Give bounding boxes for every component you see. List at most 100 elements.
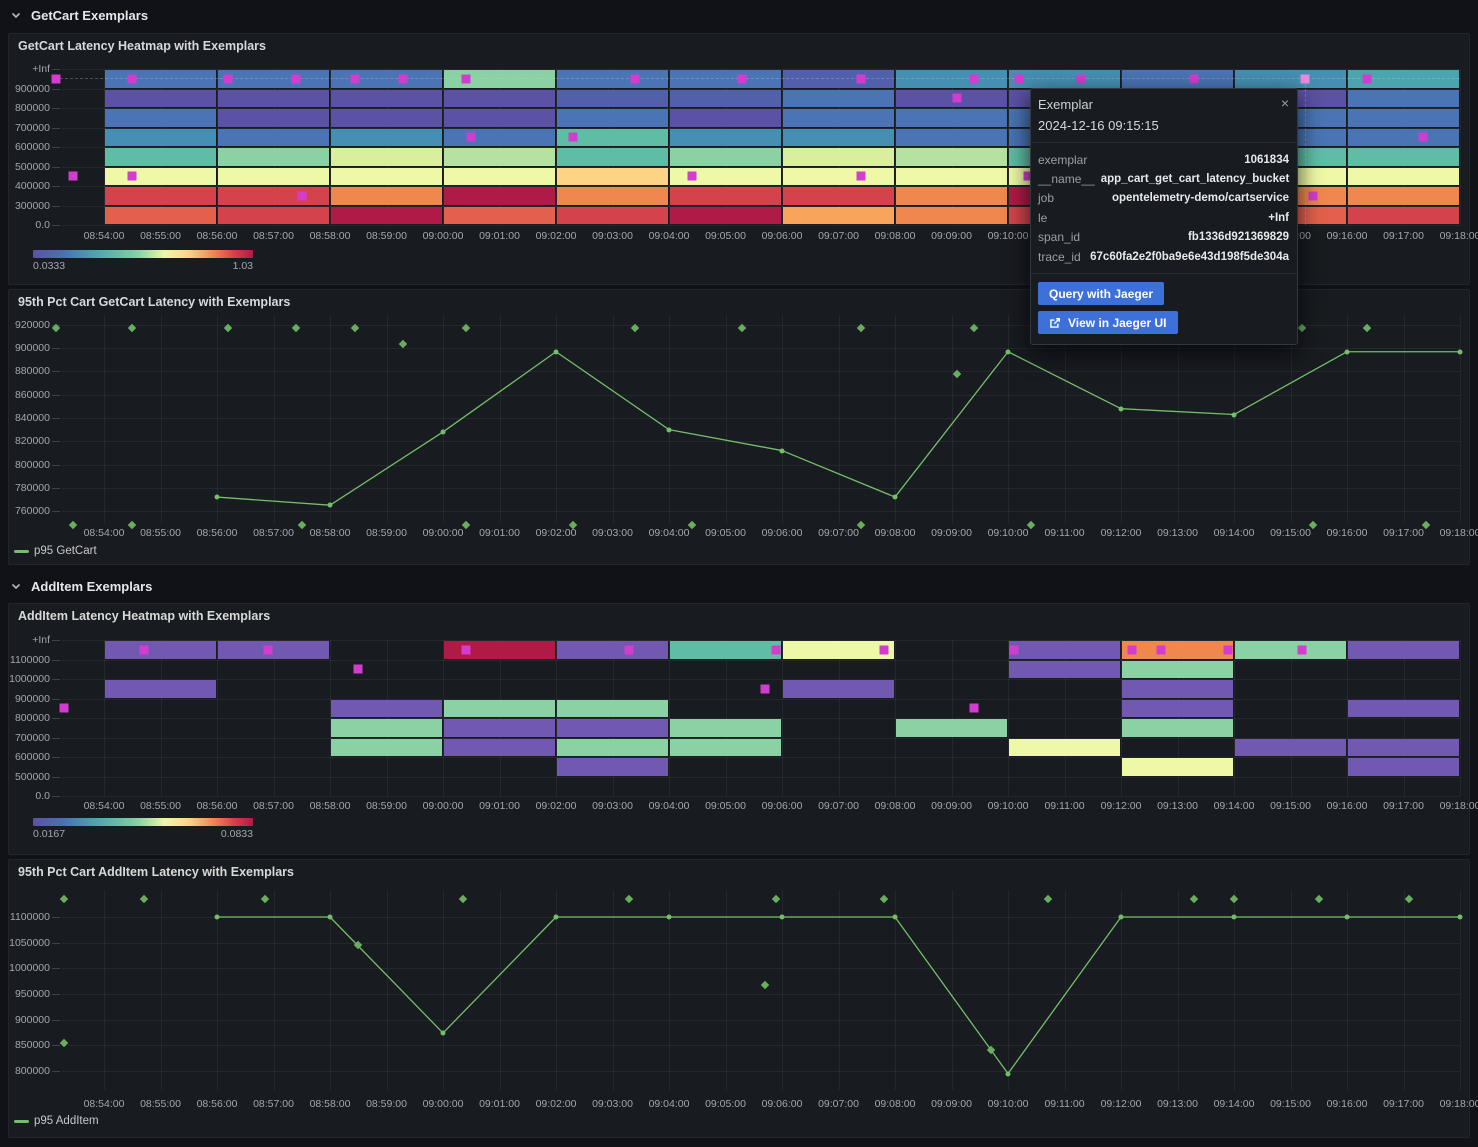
exemplar-marker[interactable] [857,172,866,181]
heatmap-cell[interactable] [1235,641,1346,659]
heatmap-cell[interactable] [444,700,555,718]
heatmap-cell[interactable] [1348,739,1459,757]
exemplar-marker[interactable] [1224,645,1233,654]
heatmap-cell[interactable] [670,719,781,737]
exemplar-marker[interactable] [1128,645,1137,654]
heatmap-cell[interactable] [557,700,668,718]
series-legend-label[interactable]: p95 AddItem [34,1115,99,1127]
exemplar-marker[interactable] [461,645,470,654]
exemplar-marker[interactable] [970,704,979,713]
exemplar-marker[interactable] [857,74,866,83]
heatmap-cell[interactable] [783,207,894,225]
heatmap-cell[interactable] [444,168,555,186]
exemplar-marker[interactable] [568,133,577,142]
heatmap-cell[interactable] [331,719,442,737]
exemplar-marker[interactable] [1297,645,1306,654]
exemplar-marker[interactable] [1015,74,1024,83]
exemplar-marker[interactable] [461,74,470,83]
heatmap-cell[interactable] [105,207,216,225]
heatmap-cell[interactable] [218,168,329,186]
exemplar-marker[interactable] [738,74,747,83]
exemplar-marker[interactable] [1309,191,1318,200]
heatmap-cell[interactable] [783,187,894,205]
heatmap-cell[interactable] [783,148,894,166]
heatmap-cell[interactable] [1348,187,1459,205]
exemplar-marker[interactable] [625,645,634,654]
exemplar-marker[interactable] [687,172,696,181]
heatmap-cell[interactable] [896,168,1007,186]
heatmap-cell[interactable] [105,187,216,205]
exemplar-marker[interactable] [354,665,363,674]
heatmap-cell[interactable] [444,109,555,127]
heatmap-cell[interactable] [105,641,216,659]
heatmap-cell[interactable] [218,109,329,127]
line-point[interactable] [893,495,898,500]
heatmap-cell[interactable] [1348,758,1459,776]
heatmap-cell[interactable] [218,90,329,108]
line-point[interactable] [1345,915,1350,920]
heatmap-cell[interactable] [896,719,1007,737]
heatmap-cell[interactable] [105,129,216,147]
panel-title[interactable]: AddItem Latency Heatmap with Exemplars [18,609,270,623]
heatmap-cell[interactable] [1009,739,1120,757]
heatmap-cell[interactable] [783,129,894,147]
heatmap-cell[interactable] [218,207,329,225]
heatmap-cell[interactable] [105,148,216,166]
heatmap-cell[interactable] [331,207,442,225]
heatmap-cell[interactable] [783,641,894,659]
line-point[interactable] [215,915,220,920]
heatmap-cell[interactable] [896,187,1007,205]
line-point[interactable] [215,495,220,500]
exemplar-marker[interactable] [128,74,137,83]
line-point[interactable] [893,915,898,920]
heatmap-cell[interactable] [331,90,442,108]
heatmap-cell[interactable] [1348,90,1459,108]
heatmap-cell[interactable] [444,129,555,147]
heatmap-cell[interactable] [444,90,555,108]
exemplar-marker[interactable] [139,645,148,654]
heatmap-cell[interactable] [557,90,668,108]
heatmap-cell[interactable] [444,739,555,757]
heatmap-cell[interactable] [1348,109,1459,127]
line-point[interactable] [1006,349,1011,354]
exemplar-marker[interactable] [1077,74,1086,83]
exemplar-marker[interactable] [1300,74,1309,83]
heatmap-cell[interactable] [331,700,442,718]
line-point[interactable] [780,448,785,453]
heatmap-cell[interactable] [1235,739,1346,757]
exemplar-marker[interactable] [68,172,77,181]
heatmap-cell[interactable] [783,680,894,698]
line-point[interactable] [667,427,672,432]
heatmap-cell[interactable] [105,90,216,108]
series-legend-swatch[interactable] [14,1120,29,1123]
heatmap-cell[interactable] [1348,148,1459,166]
heatmap-cell[interactable] [105,109,216,127]
heatmap-cell[interactable] [444,187,555,205]
heatmap-cell[interactable] [896,148,1007,166]
heatmap-cell[interactable] [105,680,216,698]
heatmap-cell[interactable] [557,207,668,225]
heatmap-cell[interactable] [331,168,442,186]
line-point[interactable] [1006,1071,1011,1076]
exemplar-marker[interactable] [1190,74,1199,83]
line-point[interactable] [1232,915,1237,920]
heatmap-cell[interactable] [557,758,668,776]
query-with-jaeger-button[interactable]: Query with Jaeger [1038,282,1164,305]
heatmap-cell[interactable] [1348,700,1459,718]
panel-title[interactable]: 95th Pct Cart GetCart Latency with Exemp… [18,295,290,309]
heatmap-cell[interactable] [218,187,329,205]
exemplar-marker[interactable] [292,74,301,83]
heatmap-cell[interactable] [557,719,668,737]
exemplar-marker[interactable] [1362,74,1371,83]
exemplar-marker[interactable] [128,172,137,181]
panel-title[interactable]: GetCart Latency Heatmap with Exemplars [18,39,266,53]
heatmap-cell[interactable] [557,641,668,659]
exemplar-marker[interactable] [351,74,360,83]
heatmap-cell[interactable] [670,739,781,757]
heatmap-cell[interactable] [557,187,668,205]
section-row-getcart[interactable]: GetCart Exemplars [10,4,148,26]
view-in-jaeger-button[interactable]: View in Jaeger UI [1038,311,1178,334]
close-icon[interactable]: × [1281,97,1289,109]
line-point[interactable] [441,1031,446,1036]
exemplar-marker[interactable] [772,645,781,654]
